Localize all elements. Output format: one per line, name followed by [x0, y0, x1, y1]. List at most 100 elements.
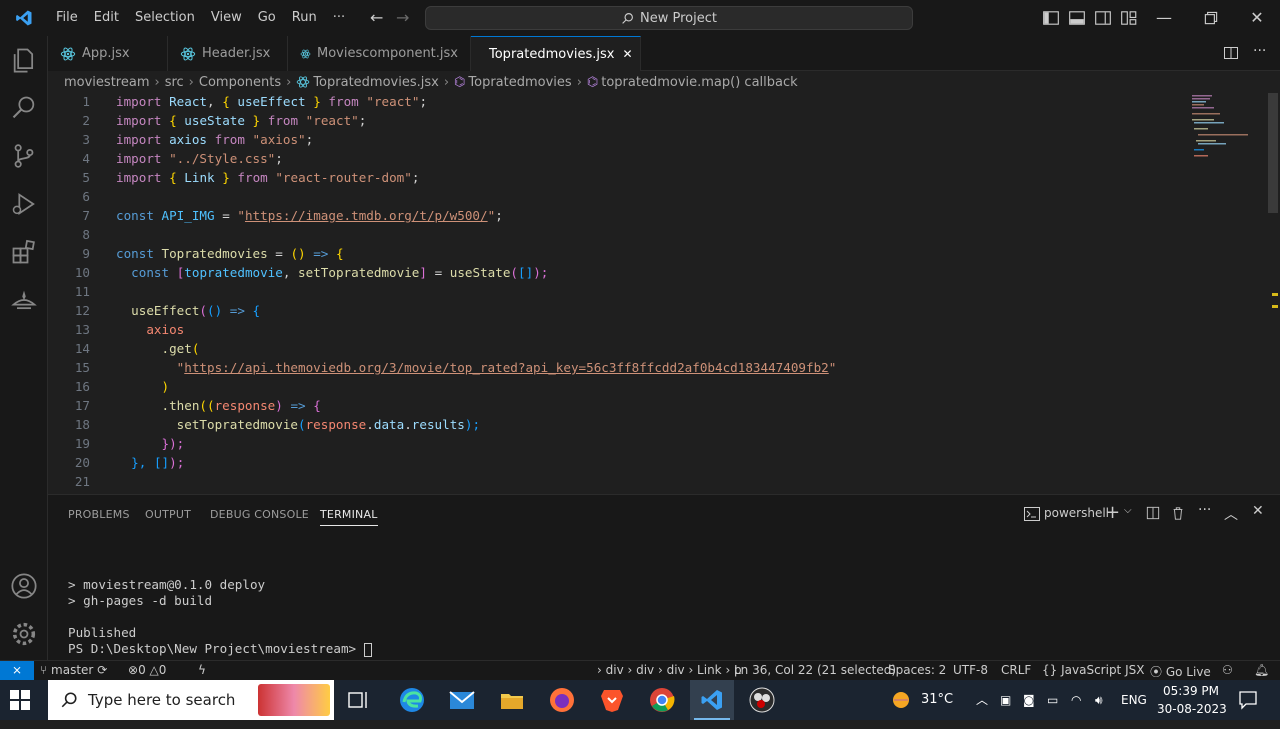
code-editor[interactable]: 1 import React, { useEffect } from "react… — [48, 93, 1266, 493]
toggle-panel-icon[interactable] — [1068, 9, 1086, 27]
code-line: 17 .then((response) => { — [74, 398, 321, 413]
indentation[interactable]: Spaces: 2 — [888, 663, 946, 677]
task-view-icon[interactable] — [348, 690, 370, 710]
panel-tab-terminal[interactable]: TERMINAL — [320, 508, 378, 526]
meet-now-icon[interactable]: ▣ — [1000, 680, 1011, 720]
element-path[interactable]: › div › div › div › Link › p — [597, 663, 742, 677]
sync-icon: ⟳ — [97, 663, 108, 677]
code-line: 18 setTopratedmovie(response.data.result… — [74, 417, 481, 432]
code-line: 4 import "../Style.css"; — [82, 151, 283, 166]
obs-studio-icon[interactable] — [748, 686, 776, 714]
new-terminal-icon[interactable]: + — [1105, 502, 1120, 523]
chevron-up-icon[interactable]: ︿ — [976, 680, 988, 720]
menu-more[interactable]: ··· — [325, 0, 353, 36]
minimize-icon[interactable]: — — [1155, 9, 1173, 27]
cursor-position[interactable]: Ln 36, Col 22 (21 selected) — [734, 663, 896, 677]
volume-icon[interactable]: 🔊︎ — [1095, 680, 1103, 720]
lightning-icon[interactable]: ϟ — [198, 663, 206, 677]
extensions-icon[interactable] — [10, 238, 38, 266]
minimap[interactable] — [1190, 93, 1260, 163]
taskbar-search[interactable]: Type here to search — [48, 680, 334, 720]
remote-explorer-icon[interactable] — [10, 286, 38, 314]
close-panel-icon[interactable]: ✕ — [1252, 503, 1264, 519]
editor-scrollbar[interactable] — [1266, 93, 1280, 493]
command-center-label: New Project — [640, 10, 717, 26]
notification-center-icon[interactable] — [1238, 690, 1258, 710]
menu-go[interactable]: Go — [250, 0, 284, 36]
input-language[interactable]: ENG — [1121, 680, 1147, 720]
edge-browser-icon[interactable] — [398, 686, 426, 714]
split-editor-icon[interactable] — [1223, 45, 1239, 61]
code-line: 19 }); — [74, 436, 185, 451]
temperature[interactable]: 31°C — [921, 680, 953, 720]
clock-date[interactable]: 30-08-2023 — [1157, 689, 1227, 729]
terminal-shell-label[interactable]: powershell — [1044, 506, 1109, 520]
tab-header-jsx[interactable]: Header.jsx — [168, 36, 288, 71]
maximize-panel-icon[interactable]: ︿ — [1224, 504, 1238, 524]
more-actions-icon[interactable]: ··· — [1253, 43, 1266, 59]
remote-indicator-icon[interactable]: ⨯ — [0, 661, 34, 681]
toggle-primary-sidebar-icon[interactable] — [1042, 9, 1060, 27]
battery-icon[interactable]: ▭ — [1047, 680, 1058, 720]
camera-icon[interactable]: ◙ — [1023, 680, 1035, 720]
trash-icon[interactable] — [1171, 506, 1185, 520]
notifications-icon[interactable]: 🔔︎ — [1254, 663, 1269, 677]
scrollbar-thumb[interactable] — [1268, 93, 1278, 213]
code-line: 5 import { Link } from "react-router-dom"… — [82, 170, 420, 185]
vscode-taskbar-active[interactable] — [690, 680, 734, 720]
close-window-icon[interactable]: ✕ — [1248, 9, 1266, 27]
tab-moviescomponent-jsx[interactable]: Moviescomponent.jsx — [288, 36, 471, 71]
code-line: 7 const API_IMG = "https://image.tmdb.org… — [82, 208, 503, 223]
run-debug-icon[interactable] — [10, 190, 38, 218]
search-sidebar-icon[interactable] — [10, 94, 38, 122]
mail-icon[interactable] — [448, 686, 476, 714]
command-center[interactable]: New Project — [425, 6, 913, 30]
chrome-icon[interactable] — [648, 686, 676, 714]
breadcrumb-item[interactable]: topratedmovie.map() callback — [601, 75, 797, 90]
menu-selection[interactable]: Selection — [127, 0, 203, 36]
firefox-icon[interactable] — [548, 686, 576, 714]
windows-start-icon[interactable] — [10, 690, 30, 710]
brave-browser-icon[interactable] — [598, 686, 626, 714]
symbol-method-icon: ⌬ — [586, 74, 599, 90]
breadcrumb-item[interactable]: Topratedmovies — [468, 75, 571, 90]
problems-indicator[interactable]: ⊗0 △0 — [128, 663, 166, 677]
menu-file[interactable]: File — [48, 0, 86, 36]
file-explorer-icon[interactable] — [498, 686, 526, 714]
tab-app-jsx[interactable]: App.jsx — [48, 36, 168, 71]
panel-tab-problems[interactable]: PROBLEMS — [68, 508, 130, 521]
language-mode[interactable]: {} JavaScript JSX — [1042, 663, 1144, 677]
restore-icon[interactable] — [1202, 9, 1220, 27]
breadcrumb-item[interactable]: moviestream — [64, 75, 149, 90]
menu-edit[interactable]: Edit — [86, 0, 127, 36]
git-branch[interactable]: ⑂ master ⟳ — [40, 663, 107, 677]
accounts-icon[interactable] — [10, 572, 38, 600]
breadcrumb-item[interactable]: Components — [199, 75, 281, 90]
wifi-icon[interactable]: ◠ — [1071, 680, 1081, 720]
chevron-down-icon[interactable]: ⌵ — [1124, 505, 1132, 516]
close-tab-icon[interactable]: ✕ — [623, 47, 633, 61]
breadcrumb-item[interactable]: Topratedmovies.jsx — [313, 75, 439, 90]
source-control-icon[interactable] — [10, 142, 38, 170]
code-line: 9 const Topratedmovies = () => { — [82, 246, 344, 261]
code-line: 21 — [74, 474, 90, 489]
feedback-icon[interactable]: ⚇ — [1222, 663, 1233, 677]
breadcrumb-item[interactable]: src — [165, 75, 184, 90]
manage-gear-icon[interactable] — [10, 620, 38, 648]
menu-view[interactable]: View — [203, 0, 250, 36]
back-arrow-icon[interactable]: ← — [370, 8, 383, 27]
toggle-secondary-sidebar-icon[interactable] — [1094, 9, 1112, 27]
tab-topratedmovies-jsx[interactable]: Topratedmovies.jsx ✕ — [471, 36, 641, 71]
weather-sun-icon[interactable] — [890, 690, 912, 710]
forward-arrow-icon[interactable]: → — [396, 8, 409, 27]
panel-tab-debug-console[interactable]: DEBUG CONSOLE — [210, 508, 309, 521]
customize-layout-icon[interactable] — [1120, 9, 1138, 27]
split-terminal-icon[interactable] — [1146, 506, 1160, 520]
terminal-prompt[interactable]: PS D:\Desktop\New Project\moviestream> — [68, 641, 372, 657]
panel-tab-output[interactable]: OUTPUT — [145, 508, 191, 521]
more-actions-icon[interactable]: ··· — [1198, 502, 1211, 518]
menu-run[interactable]: Run — [284, 0, 325, 36]
end-of-line[interactable]: CRLF — [1001, 663, 1031, 677]
file-encoding[interactable]: UTF-8 — [953, 663, 988, 677]
explorer-icon[interactable] — [10, 46, 38, 74]
